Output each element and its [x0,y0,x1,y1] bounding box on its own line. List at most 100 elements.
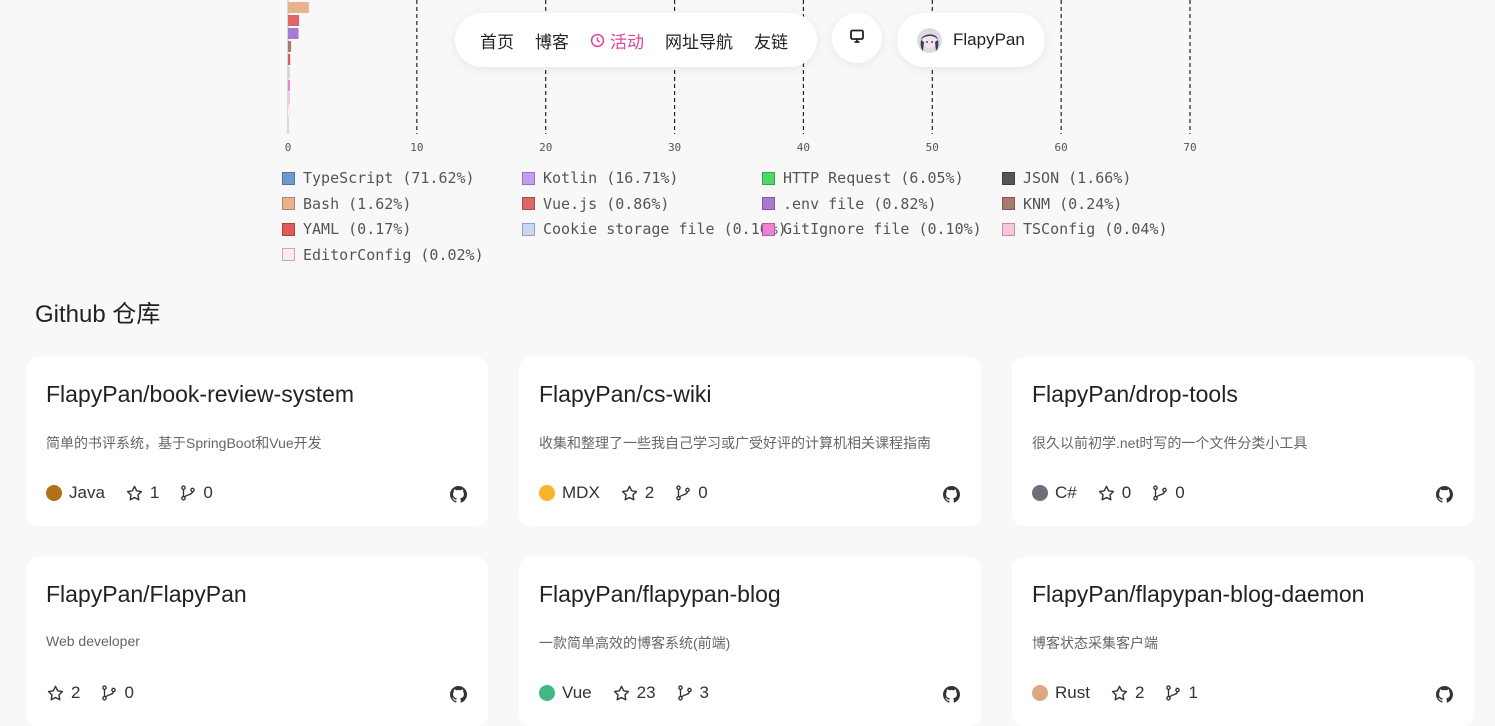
legend-label: HTTP Request (6.05%) [783,169,964,187]
legend-item[interactable]: Bash (1.62%) [282,192,411,216]
repo-description: 简单的书评系统，基于SpringBoot和Vue开发 [46,435,322,451]
fork-icon [179,484,197,502]
legend-item[interactable]: TSConfig (0.04%) [1002,217,1168,241]
monitor-icon [849,28,865,49]
fork-count: 1 [1188,683,1198,702]
github-icon[interactable] [450,486,467,503]
fork-icon [1151,484,1169,502]
language-dot [539,685,555,701]
legend-item[interactable]: JSON (1.66%) [1002,166,1131,190]
repo-stars: 2 [1110,683,1144,703]
star-icon [1110,684,1129,703]
star-count: 1 [149,483,160,502]
bar--env-file [288,28,299,39]
repo-forks: 0 [100,683,134,703]
repo-card[interactable]: FlapyPan/book-review-system 简单的书评系统，基于Spr… [26,357,488,526]
repo-name[interactable]: FlapyPan/flapypan-blog [539,581,961,608]
repo-description: 收集和整理了一些我自己学习或广受好评的计算机相关课程指南 [539,435,931,451]
x-tick-label: 50 [926,141,939,154]
legend-label: GitIgnore file (0.10%) [783,220,982,238]
x-tick-label: 20 [539,141,552,154]
legend-item[interactable]: .env file (0.82%) [762,192,937,216]
language-label: C# [1055,483,1077,502]
legend-item[interactable]: KNM (0.24%) [1002,192,1122,216]
clock-icon [590,33,605,48]
nav-item-label: 活动 [610,32,644,52]
repo-name[interactable]: FlapyPan/drop-tools [1032,381,1454,408]
legend-swatch [522,197,535,210]
github-icon[interactable] [450,686,467,703]
repo-language: MDX [539,483,600,503]
user-name: FlapyPan [953,30,1025,49]
legend-item[interactable]: TypeScript (71.62%) [282,166,475,190]
language-label: Java [69,483,105,502]
nav-item-3[interactable]: 网址导航 [665,28,733,53]
nav-item-label: 友链 [754,32,788,52]
github-icon[interactable] [1436,486,1453,503]
repo-forks: 1 [1164,683,1198,703]
legend-item[interactable]: Vue.js (0.86%) [522,192,669,216]
repo-card[interactable]: FlapyPan/flapypan-blog-daemon 博客状态采集客户端 Ru… [1012,557,1474,726]
nav-item-label: 网址导航 [665,32,733,52]
repo-meta: Rust 2 1 [1032,683,1218,703]
repo-card[interactable]: FlapyPan/FlapyPan Web developer 2 0 [26,557,488,726]
star-icon [1097,484,1116,503]
theme-toggle-button[interactable] [832,13,882,63]
legend-label: YAML (0.17%) [303,220,412,238]
repo-forks: 0 [1151,483,1185,503]
nav-item-4[interactable]: 友链 [754,28,788,53]
x-tick-label: 10 [410,141,423,154]
repo-name[interactable]: FlapyPan/book-review-system [46,381,468,408]
repo-card[interactable]: FlapyPan/cs-wiki 收集和整理了一些我自己学习或广受好评的计算机相关… [519,357,981,526]
section-title: Github 仓库 [35,301,161,328]
legend-item[interactable]: EditorConfig (0.02%) [282,243,484,267]
repo-name[interactable]: FlapyPan/cs-wiki [539,381,961,408]
github-icon[interactable] [943,486,960,503]
repo-card[interactable]: FlapyPan/drop-tools 很久以前初学.net时写的一个文件分类小工… [1012,357,1474,526]
legend-item[interactable]: YAML (0.17%) [282,217,411,241]
bar-cookie-storage-file [288,67,290,78]
fork-count: 0 [1175,483,1185,502]
bar-tsconfig [288,93,290,104]
fork-icon [100,684,118,702]
language-dot [1032,685,1048,701]
legend-item[interactable]: Cookie storage file (0.10%) [522,217,787,241]
legend-label: JSON (1.66%) [1023,169,1132,187]
nav-item-2[interactable]: 活动 [590,28,644,53]
avatar [917,27,942,53]
bar-gitignore-file [288,80,290,91]
repo-stars: 23 [612,683,656,703]
legend-label: KNM (0.24%) [1023,194,1123,213]
repo-forks: 3 [676,683,709,703]
fork-count: 0 [124,683,134,702]
repo-forks: 0 [179,483,213,503]
x-tick-label: 40 [797,141,810,154]
github-icon[interactable] [943,686,960,703]
legend-item[interactable]: Kotlin (16.71%) [522,166,678,190]
language-label: Rust [1055,683,1090,702]
legend-swatch [282,171,295,185]
repo-description: 很久以前初学.net时写的一个文件分类小工具 [1032,435,1308,451]
legend-item[interactable]: HTTP Request (6.05%) [762,166,964,190]
legend-swatch [1002,171,1015,185]
legend-label: Bash (1.62%) [303,194,412,213]
legend-swatch [762,197,775,210]
nav-item-0[interactable]: 首页 [480,28,514,53]
legend-label: .env file (0.82%) [783,194,937,213]
language-dot [46,485,62,501]
repo-language: Vue [539,683,592,703]
nav-item-1[interactable]: 博客 [535,28,569,53]
fork-count: 0 [698,483,708,502]
star-count: 2 [1134,683,1145,702]
fork-icon [674,484,692,502]
repo-name[interactable]: FlapyPan/FlapyPan [46,581,468,608]
repo-name[interactable]: FlapyPan/flapypan-blog-daemon [1032,581,1454,608]
repo-meta: Java 1 0 [46,483,233,503]
github-icon[interactable] [1436,686,1453,703]
repo-card[interactable]: FlapyPan/flapypan-blog 一款简单高效的博客系统(前端) Vue… [519,557,981,726]
legend-swatch [282,248,295,261]
fork-count: 3 [699,683,710,702]
legend-swatch [1002,222,1015,236]
legend-item[interactable]: GitIgnore file (0.10%) [762,217,982,241]
user-profile-button[interactable]: FlapyPan [897,13,1045,67]
